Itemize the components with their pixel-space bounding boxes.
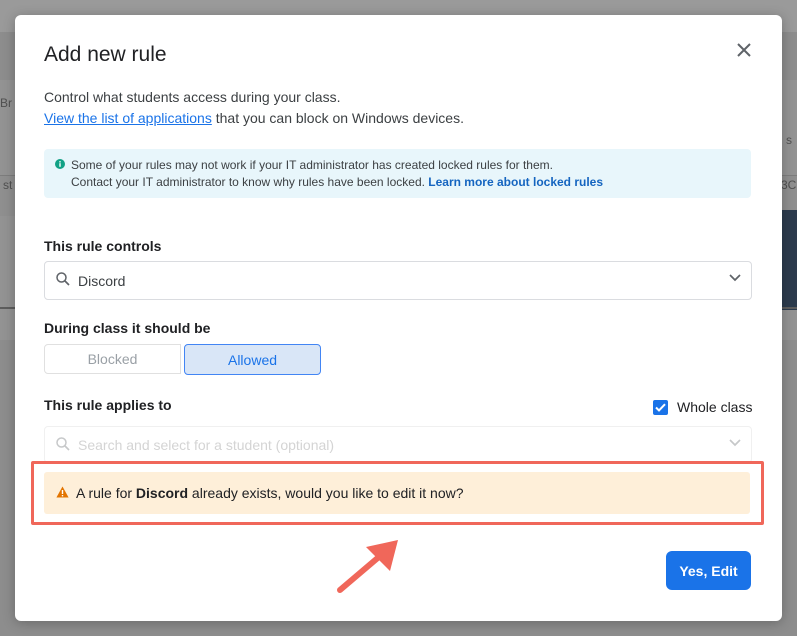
access-toggle: Blocked Allowed: [44, 344, 322, 376]
student-search-placeholder: Search and select for a student (optiona…: [78, 437, 335, 453]
dialog-title: Add new rule: [44, 43, 167, 66]
highlight-box: [31, 461, 764, 525]
whole-class-checkbox[interactable]: [653, 400, 668, 415]
search-icon: [56, 272, 70, 286]
background-text: s: [786, 133, 792, 147]
info-text-line2: Contact your IT administrator to know wh…: [71, 175, 603, 189]
applies-to-label: This rule applies to: [44, 397, 172, 413]
background-text: Br: [0, 96, 12, 110]
annotation-arrow-icon: [337, 540, 398, 593]
background-text: 3C: [781, 178, 797, 192]
chevron-down-icon: [729, 439, 741, 447]
dialog-description-line2: View the list of applications that you c…: [44, 110, 464, 126]
info-text: Some of your rules may not work if your …: [71, 158, 553, 172]
description-text: that you can block on Windows devices.: [211, 110, 464, 126]
info-text: Contact your IT administrator to know wh…: [71, 175, 429, 189]
add-rule-dialog: Add new rule Control what students acces…: [15, 15, 782, 621]
dialog-description: Control what students access during your…: [44, 89, 341, 105]
whole-class-label: Whole class: [677, 399, 753, 415]
info-icon: [55, 159, 65, 169]
chevron-down-icon: [729, 274, 741, 282]
close-button[interactable]: [731, 37, 757, 63]
check-icon: [655, 403, 666, 412]
rule-controls-select[interactable]: Discord: [44, 261, 752, 300]
close-icon: [737, 43, 751, 57]
locked-rules-link[interactable]: Learn more about locked rules: [428, 175, 603, 189]
search-icon: [56, 437, 70, 451]
applications-list-link[interactable]: View the list of applications: [44, 110, 212, 126]
student-search-select[interactable]: Search and select for a student (optiona…: [44, 426, 752, 463]
rule-controls-label: This rule controls: [44, 238, 162, 254]
during-class-label: During class it should be: [44, 320, 211, 336]
blocked-option[interactable]: Blocked: [44, 344, 181, 374]
rule-controls-value: Discord: [78, 273, 126, 289]
allowed-option[interactable]: Allowed: [184, 344, 321, 375]
info-banner: Some of your rules may not work if your …: [44, 149, 751, 198]
yes-edit-button[interactable]: Yes, Edit: [666, 551, 751, 590]
background-text: st: [3, 178, 13, 192]
